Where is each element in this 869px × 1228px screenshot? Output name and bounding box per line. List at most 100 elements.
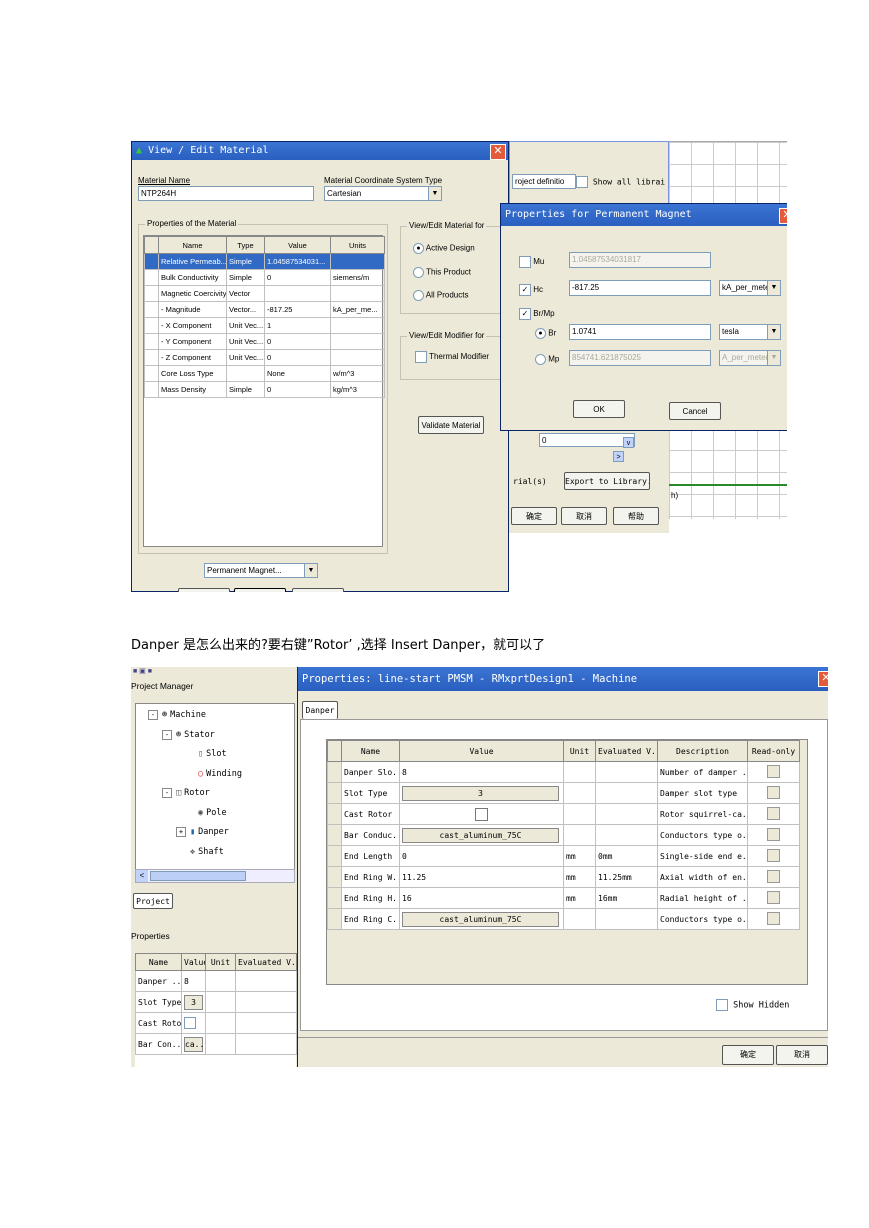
show-all-libraries-checkbox[interactable]: Show all librai [576, 176, 665, 188]
danper-close-icon[interactable]: ✕ [818, 671, 828, 687]
project-tab[interactable]: Project [133, 893, 173, 909]
table-row[interactable]: - Y Component Unit Vec... 0 [144, 333, 385, 350]
table-row[interactable]: Core Loss Type None w/m^3 [144, 365, 385, 382]
table-cell[interactable] [330, 333, 385, 350]
column-header[interactable]: Value [399, 740, 564, 762]
column-header[interactable]: Name [158, 236, 227, 254]
tree-hscroll[interactable]: < [135, 869, 295, 883]
danper-cancel-button[interactable]: 取消 [776, 1045, 828, 1065]
column-header[interactable]: Name [341, 740, 400, 762]
cast-rotor-checkbox[interactable] [475, 807, 488, 821]
table-row[interactable]: Bar Con...ca... [135, 1033, 297, 1055]
scroll-left-icon[interactable]: < [136, 870, 148, 882]
scroll-thumb[interactable] [150, 871, 246, 881]
thermal-modifier-checkbox[interactable]: Thermal Modifier [415, 351, 489, 363]
material-name-input[interactable]: NTP264H [138, 186, 314, 201]
value-cell[interactable]: 3 [181, 991, 206, 1013]
table-cell[interactable]: 0 [264, 333, 331, 350]
bottom-button-1[interactable] [178, 588, 230, 592]
read-only-checkbox[interactable] [767, 869, 780, 883]
read-only-checkbox[interactable] [767, 806, 780, 820]
value-cell[interactable]: 0 [399, 845, 564, 867]
column-header[interactable]: Type [226, 236, 265, 254]
column-header[interactable]: Name [135, 953, 182, 971]
table-cell[interactable]: w/m^3 [330, 365, 385, 382]
table-cell[interactable]: Unit Vec... [226, 333, 265, 350]
table-row[interactable]: Cast Rotor [135, 1012, 297, 1034]
read-only-cell[interactable] [747, 845, 800, 867]
table-cell[interactable]: Simple [226, 269, 265, 286]
read-only-checkbox[interactable] [767, 827, 780, 841]
value-cell[interactable]: ca... [181, 1033, 206, 1055]
bottom-button-3[interactable] [292, 588, 344, 592]
table-cell[interactable]: 0 [264, 349, 331, 366]
value-cell[interactable]: 11.25 [399, 866, 564, 888]
brmp-checkbox[interactable]: ✓ Br/Mp [519, 308, 555, 320]
table-row[interactable]: End Ring W...11.25mm11.25mmAxial width o… [327, 866, 800, 888]
read-only-cell[interactable] [747, 761, 800, 783]
read-only-cell[interactable] [747, 782, 800, 804]
table-row[interactable]: Mass Density Simple 0 kg/m^3 [144, 381, 385, 398]
table-row[interactable]: - Z Component Unit Vec... 0 [144, 349, 385, 366]
read-only-cell[interactable] [747, 908, 800, 930]
hc-unit-select[interactable]: kA_per_meter ▼ [719, 280, 781, 296]
value-button[interactable]: cast_aluminum_75C [402, 911, 559, 927]
lib-help-button[interactable]: 帮助 [613, 507, 659, 525]
column-header[interactable]: Read-only [747, 740, 800, 762]
table-cell[interactable]: Mass Density [158, 381, 227, 398]
table-cell[interactable]: siemens/m [330, 269, 385, 286]
table-cell[interactable] [330, 253, 385, 270]
material-type-select[interactable]: Permanent Magnet... ▼ [204, 563, 318, 578]
table-cell[interactable]: - Z Component [158, 349, 227, 366]
table-cell[interactable]: None [264, 365, 331, 382]
pm-close-icon[interactable]: ✕ [779, 208, 787, 224]
table-cell[interactable]: - X Component [158, 317, 227, 334]
read-only-checkbox[interactable] [767, 911, 780, 925]
tree-item-machine[interactable]: - ☻ Machine [148, 710, 206, 720]
table-row[interactable]: Danper ... 8 [135, 970, 297, 992]
table-cell[interactable]: Vector... [226, 301, 265, 318]
tree-item-rotor[interactable]: - ◫ Rotor [162, 788, 210, 798]
value-button[interactable]: ca... [184, 1036, 205, 1052]
br-radio[interactable]: ● Br [535, 328, 556, 339]
value-cell[interactable] [399, 803, 564, 825]
value-button[interactable]: 3 [402, 785, 559, 801]
table-cell[interactable]: 0 [264, 269, 331, 286]
tab-danper[interactable]: Danper [302, 701, 338, 719]
radio-all-products[interactable]: All Products [413, 290, 468, 301]
read-only-checkbox[interactable] [767, 848, 780, 862]
value-cell[interactable]: cast_aluminum_75C [399, 824, 564, 846]
collapse-icon[interactable]: - [162, 729, 172, 740]
collapse-icon[interactable]: - [148, 710, 158, 720]
hc-field[interactable]: -817.25 [569, 280, 711, 296]
table-cell[interactable] [264, 285, 331, 302]
br-field[interactable]: 1.0741 [569, 324, 711, 340]
table-cell[interactable]: - Magnitude [158, 301, 227, 318]
coord-system-select[interactable]: Cartesian ▼ [324, 186, 442, 201]
table-cell[interactable]: Core Loss Type [158, 365, 227, 382]
table-cell[interactable]: kA_per_me... [330, 301, 385, 318]
pm-cancel-button[interactable]: Cancel [669, 402, 721, 420]
br-unit-select[interactable]: tesla ▼ [719, 324, 781, 340]
read-only-cell[interactable] [747, 866, 800, 888]
scroll-right-icon[interactable]: > [613, 451, 624, 462]
table-row[interactable]: End Ring C...cast_aluminum_75C Conductors… [327, 908, 800, 930]
scroll-down-icon[interactable]: v [623, 437, 634, 448]
tree-item-stator[interactable]: - ☻ Stator [162, 729, 215, 740]
column-header[interactable]: Evaluated V... [235, 953, 297, 971]
validate-material-button[interactable]: Validate Material [418, 416, 484, 434]
value-cell[interactable]: 16 [399, 887, 564, 909]
column-header[interactable]: Units [330, 236, 385, 254]
pm-ok-button[interactable]: OK [573, 400, 625, 418]
value-cell[interactable]: 3 [399, 782, 564, 804]
table-cell[interactable]: Relative Permeab... [158, 253, 227, 270]
radio-active-design[interactable]: ● Active Design [413, 243, 475, 254]
table-cell[interactable]: Unit Vec... [226, 317, 265, 334]
read-only-checkbox[interactable] [767, 890, 780, 904]
value-cell[interactable]: 8 [181, 970, 206, 992]
checkbox-icon[interactable] [184, 1017, 196, 1029]
table-row[interactable]: Danper Slo...8 Number of damper ... [327, 761, 800, 783]
table-cell[interactable] [330, 349, 385, 366]
table-cell[interactable]: kg/m^3 [330, 381, 385, 398]
table-row[interactable]: - Magnitude Vector... -817.25 kA_per_me... [144, 301, 385, 318]
